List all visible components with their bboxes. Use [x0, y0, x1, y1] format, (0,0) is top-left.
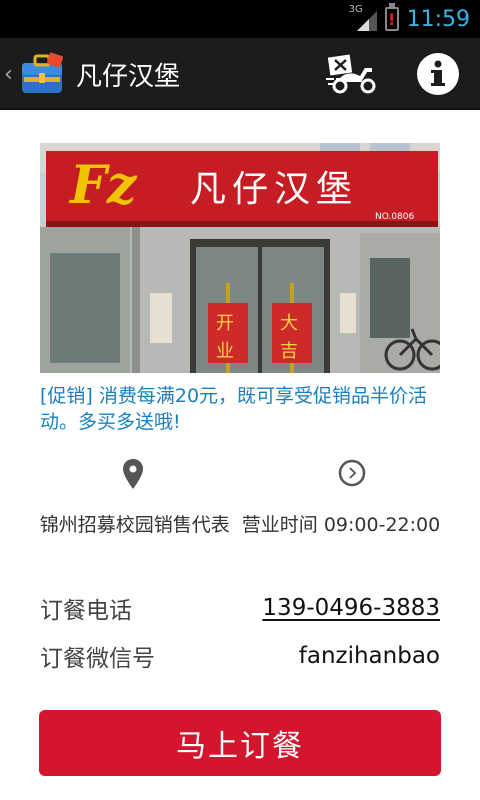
clock: 11:59	[406, 6, 470, 32]
store-meta: 锦州招募校园销售代表 营业时间 09:00-22:00	[0, 510, 480, 537]
sign-number: NO.0806	[375, 212, 414, 222]
page-title: 凡仔汉堡	[76, 61, 181, 92]
promo-text: [促销] 消费每满20元，既可享受促销品半价活动。多买多送哦!	[40, 385, 428, 433]
storefront-image: Fz 凡仔汉堡 NO.0806 开 大 业 吉	[40, 143, 440, 373]
door-char-3: 业	[216, 341, 234, 362]
hours-text: 营业时间 09:00-22:00	[241, 514, 441, 536]
status-icons: 3G ! 11:59	[349, 0, 470, 38]
phone-label: 订餐电话	[40, 598, 132, 624]
order-now-button[interactable]: 马上订餐	[39, 710, 441, 776]
signal-icon: 3G	[349, 4, 377, 31]
clock-icon	[338, 459, 366, 487]
location-text: 锦州招募校园销售代表	[39, 514, 230, 536]
status-bar: 3G ! 11:59	[0, 0, 480, 38]
door-char-1: 开	[216, 313, 234, 334]
sign-name: 凡仔汉堡	[190, 169, 358, 210]
phone-link[interactable]: 139-0496-3883	[262, 595, 440, 621]
briefcase-app-icon	[22, 52, 63, 93]
battery-icon: !	[384, 3, 399, 31]
up-button[interactable]: ‹ 凡仔汉堡	[0, 38, 180, 110]
wechat-id: fanzihanbao	[298, 643, 440, 669]
action-bar: ‹ 凡仔汉堡	[0, 38, 480, 110]
door-char-4: 吉	[280, 341, 298, 362]
door-char-2: 大	[280, 313, 298, 334]
wechat-label: 订餐微信号	[40, 646, 155, 672]
info-icon[interactable]	[416, 52, 460, 96]
chevron-left-icon: ‹	[4, 61, 13, 87]
wechat-row: 订餐微信号 fanzihanbao	[40, 638, 440, 674]
phone-row: 订餐电话 139-0496-3883	[40, 590, 440, 626]
store-photo: Fz 凡仔汉堡 NO.0806 开 大 业 吉	[40, 143, 440, 373]
delivery-scooter-icon[interactable]	[326, 52, 380, 96]
location-pin-icon	[123, 459, 143, 489]
sign-logo: Fz	[68, 155, 138, 216]
